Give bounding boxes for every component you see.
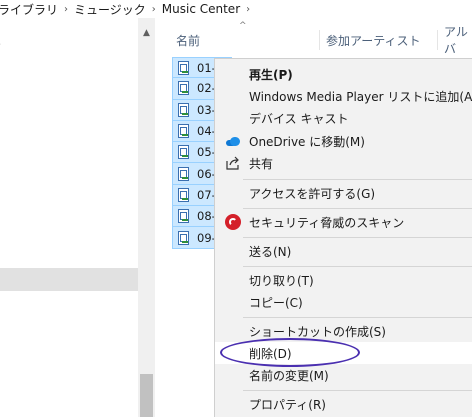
file-name: 08- [197, 209, 216, 224]
menu-item-send-to[interactable]: 送る(N) [215, 240, 472, 262]
nav-scroll-thumb[interactable] [140, 374, 153, 417]
file-name: 03- [197, 102, 216, 117]
audio-file-icon [177, 166, 191, 181]
menu-item-properties[interactable]: プロパティ(R) [215, 393, 472, 415]
menu-item-add-to-wmp[interactable]: Windows Media Player リストに追加(A) [215, 85, 472, 107]
breadcrumb-music-center[interactable]: Music Center [162, 2, 240, 16]
menu-separator [243, 390, 472, 391]
audio-file-icon [177, 60, 191, 75]
audio-file-icon [177, 145, 191, 160]
menu-item-play[interactable]: 再生(P) [215, 63, 472, 85]
security-scan-icon [225, 214, 241, 230]
breadcrumb-library[interactable]: ライブラリ [0, 1, 58, 18]
menu-item-copy[interactable]: コピー(C) [215, 291, 472, 313]
file-name: 09- [197, 230, 216, 245]
audio-file-icon [177, 124, 191, 139]
audio-file-icon [177, 187, 191, 202]
nav-selected-item[interactable] [0, 268, 138, 291]
menu-item-give-access[interactable]: アクセスを許可する(G) [215, 182, 472, 204]
menu-separator [243, 317, 472, 318]
nav-scrollbar[interactable]: ▲ [138, 18, 155, 417]
sort-ascending-icon: ^ [239, 21, 247, 31]
menu-separator [243, 179, 472, 180]
breadcrumb-music[interactable]: ミュージック [74, 1, 146, 18]
menu-item-cut[interactable]: 切り取り(T) [215, 269, 472, 291]
breadcrumb-separator: › [151, 3, 156, 15]
file-name: 05- [197, 145, 216, 160]
menu-item-label: OneDrive に移動(M) [249, 134, 365, 149]
menu-separator [243, 266, 472, 267]
menu-item-rename[interactable]: 名前の変更(M) [215, 364, 472, 386]
menu-separator [243, 237, 472, 238]
navigation-pane: › ▲ [0, 18, 156, 417]
file-name: 07- [197, 187, 216, 202]
breadcrumb-separator: › [64, 3, 69, 15]
file-name: 04- [197, 124, 216, 139]
audio-file-icon [177, 230, 191, 245]
audio-file-icon [177, 102, 191, 117]
share-icon [225, 155, 241, 171]
file-name: 06- [197, 166, 216, 181]
column-header-artist[interactable]: 参加アーティスト [326, 30, 421, 50]
audio-file-icon [177, 81, 191, 96]
breadcrumb-separator: › [246, 3, 251, 15]
menu-item-share[interactable]: 共有 [215, 152, 472, 174]
menu-item-cast[interactable]: デバイス キャスト [215, 107, 472, 129]
menu-item-label: セキュリティ脅威のスキャン [249, 215, 405, 230]
column-header-name[interactable]: 名前 [176, 30, 200, 50]
menu-item-security-scan[interactable]: セキュリティ脅威のスキャン [215, 211, 472, 233]
column-header-album[interactable]: アルバ [444, 25, 472, 56]
breadcrumb: ライブラリ › ミュージック › Music Center › [0, 0, 472, 18]
column-divider[interactable] [319, 30, 320, 50]
column-divider[interactable] [437, 30, 438, 50]
scroll-up-arrow-icon[interactable]: ▲ [138, 26, 155, 40]
menu-item-move-onedrive[interactable]: OneDrive に移動(M) [215, 130, 472, 152]
audio-file-icon [177, 209, 191, 224]
menu-item-create-shortcut[interactable]: ショートカットの作成(S) [215, 320, 472, 342]
menu-item-label: 共有 [249, 156, 274, 171]
file-name: 01- [197, 60, 216, 75]
menu-separator [243, 208, 472, 209]
file-name: 02- [197, 81, 216, 96]
context-menu: 再生(P) Windows Media Player リストに追加(A) デバイ… [214, 58, 472, 417]
chevron-right-icon[interactable]: › [0, 39, 1, 50]
menu-item-delete[interactable]: 削除(D) [215, 342, 472, 364]
onedrive-cloud-icon [225, 133, 241, 149]
